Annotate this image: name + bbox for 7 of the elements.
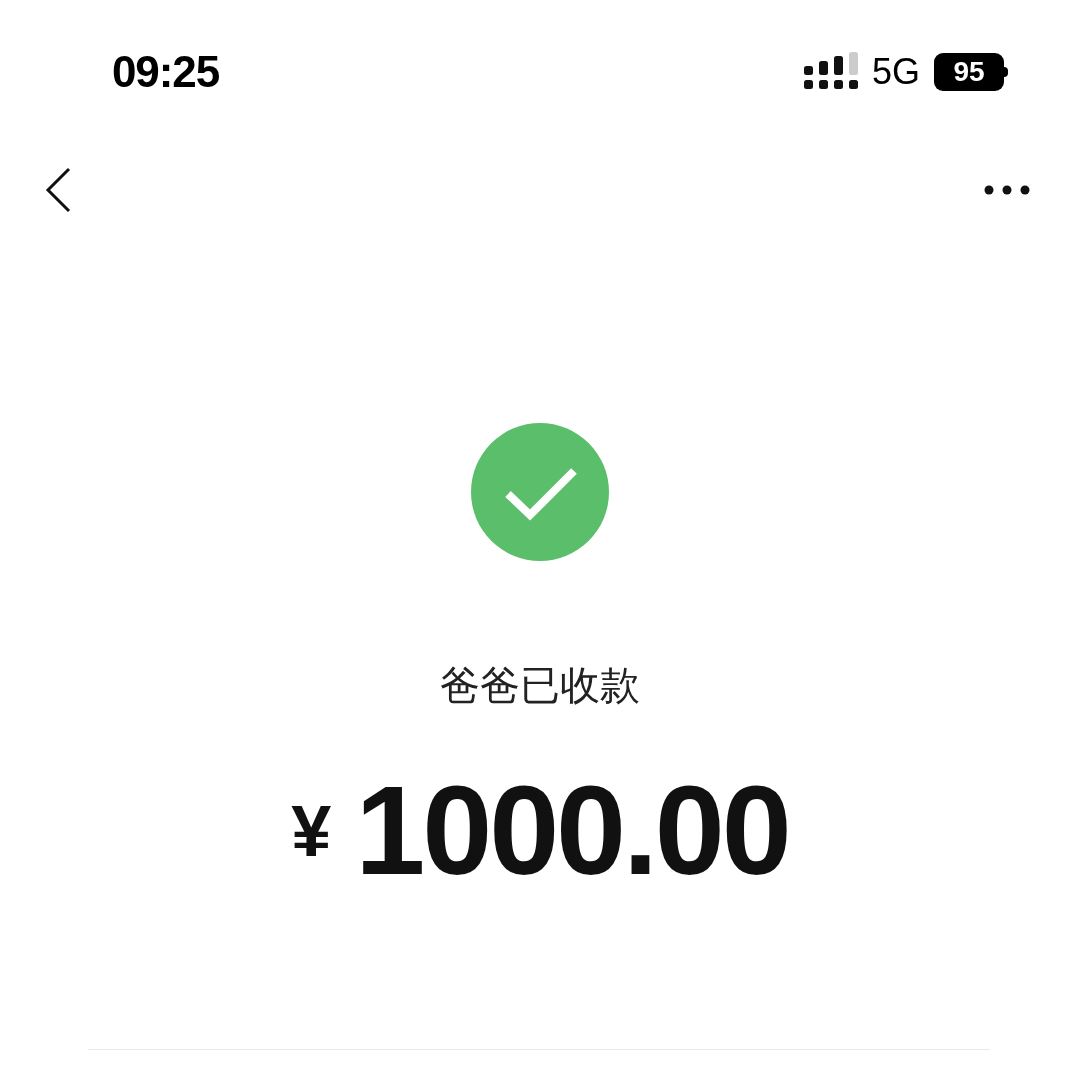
amount: 1000.00 [355, 768, 789, 894]
status-message: 爸爸已收款 [440, 665, 640, 705]
currency-symbol: ¥ [291, 795, 332, 867]
signal-icon [803, 52, 858, 92]
more-icon[interactable] [984, 185, 1030, 195]
status-time: 09:25 [112, 46, 220, 98]
network-label: 5G [871, 50, 920, 94]
